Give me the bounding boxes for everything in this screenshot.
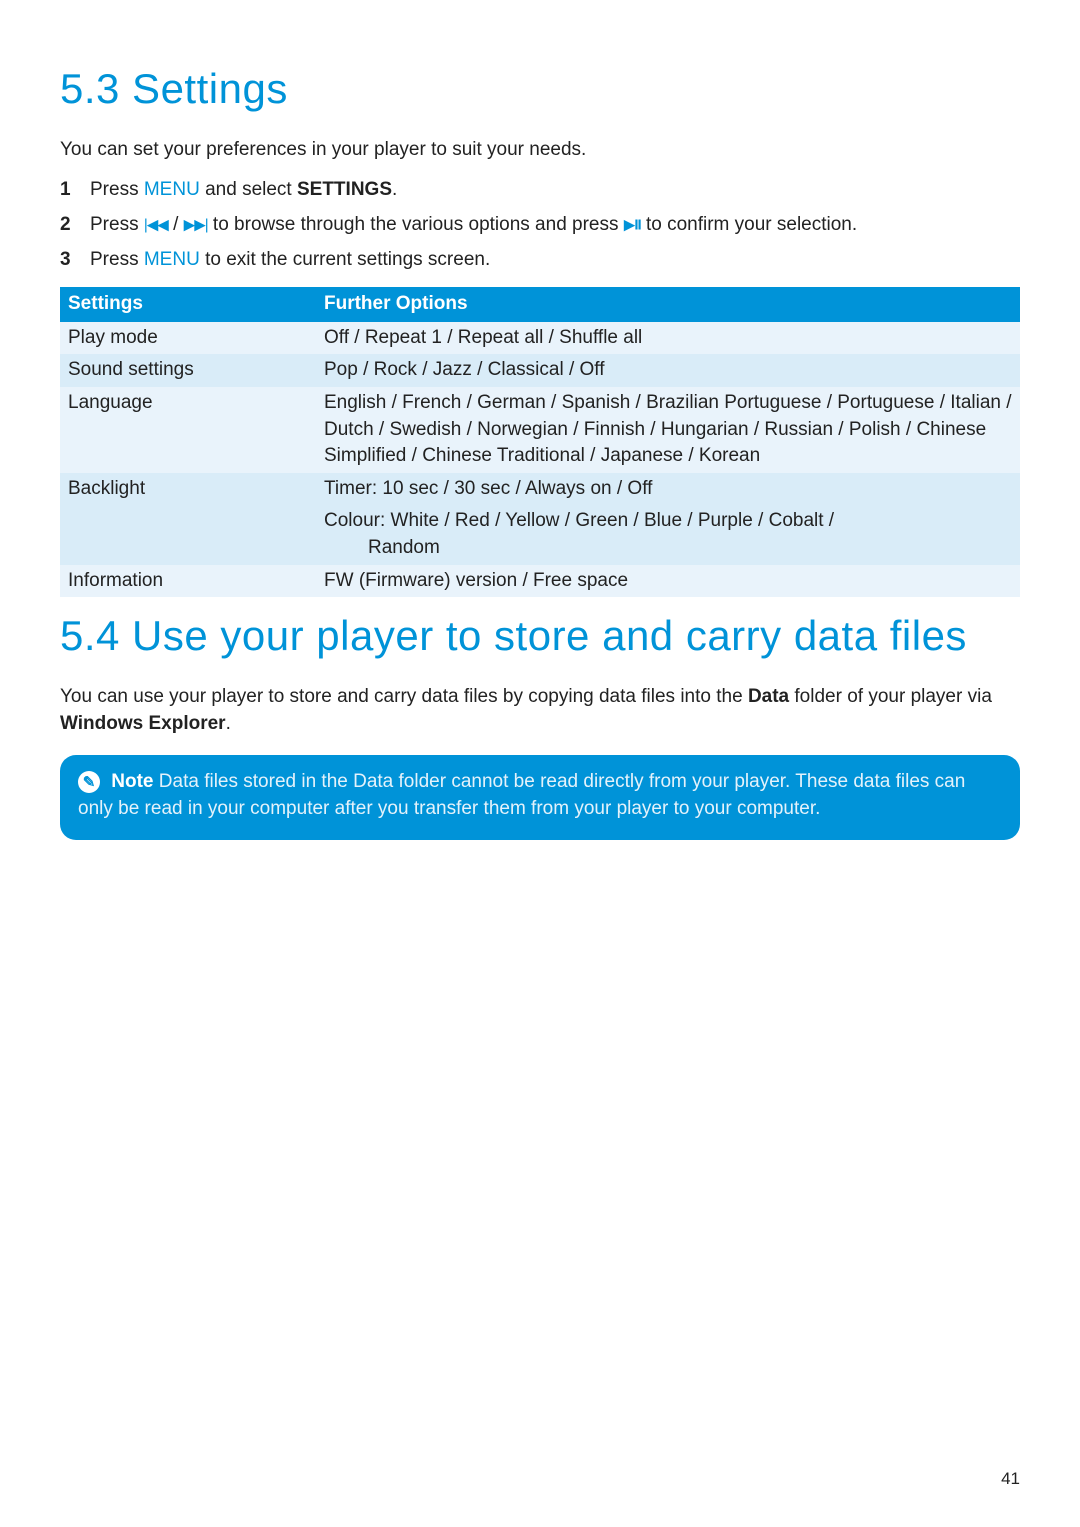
text: to exit the current settings screen. — [200, 249, 490, 270]
step-text: Press |◀◀ / ▶▶| to browse through the va… — [90, 212, 1020, 239]
text: Press — [90, 214, 144, 235]
text: You can use your player to store and car… — [60, 686, 748, 707]
prev-icon: |◀◀ — [144, 216, 168, 233]
menu-keyword: MENU — [144, 179, 200, 200]
step-number: 1 — [60, 177, 90, 204]
text: . — [226, 713, 231, 734]
step-1: 1 Press MENU and select SETTINGS. — [60, 177, 1020, 204]
heading-5-3: 5.3 Settings — [60, 60, 1020, 119]
step-2: 2 Press |◀◀ / ▶▶| to browse through the … — [60, 212, 1020, 239]
cell-setting: Play mode — [60, 322, 316, 355]
step-3: 3 Press MENU to exit the current setting… — [60, 247, 1020, 274]
cell-setting: Backlight — [60, 473, 316, 506]
play-pause-icon: ▶II — [624, 216, 641, 233]
table-header-row: Settings Further Options — [60, 287, 1020, 322]
table-row: Play mode Off / Repeat 1 / Repeat all / … — [60, 322, 1020, 355]
text: Press — [90, 249, 144, 270]
cell-option: Off / Repeat 1 / Repeat all / Shuffle al… — [316, 322, 1020, 355]
header-settings: Settings — [60, 287, 316, 322]
text: to browse through the various options an… — [208, 214, 624, 235]
text: Press — [90, 179, 144, 200]
text: and select — [200, 179, 297, 200]
step-number: 2 — [60, 212, 90, 239]
cell-option: Pop / Rock / Jazz / Classical / Off — [316, 354, 1020, 387]
text: Colour: White / Red / Yellow / Green / B… — [324, 510, 834, 531]
settings-keyword: SETTINGS — [297, 179, 392, 200]
step-number: 3 — [60, 247, 90, 274]
text: . — [392, 179, 397, 200]
table-row: Language English / French / German / Spa… — [60, 387, 1020, 473]
cell-option: FW (Firmware) version / Free space — [316, 565, 1020, 598]
note-box: ✎ Note Data files stored in the Data fol… — [60, 755, 1020, 840]
data-keyword: Data — [748, 686, 789, 707]
step-text: Press MENU and select SETTINGS. — [90, 177, 1020, 204]
next-icon: ▶▶| — [184, 216, 208, 233]
page-number: 41 — [1001, 1467, 1020, 1491]
cell-option: English / French / German / Spanish / Br… — [316, 387, 1020, 473]
menu-keyword: MENU — [144, 249, 200, 270]
text: to confirm your selection. — [641, 214, 857, 235]
windows-explorer-keyword: Windows Explorer — [60, 713, 226, 734]
header-options: Further Options — [316, 287, 1020, 322]
steps-list: 1 Press MENU and select SETTINGS. 2 Pres… — [60, 177, 1020, 273]
settings-table: Settings Further Options Play mode Off /… — [60, 287, 1020, 597]
step-text: Press MENU to exit the current settings … — [90, 247, 1020, 274]
table-row: Sound settings Pop / Rock / Jazz / Class… — [60, 354, 1020, 387]
note-text: Data files stored in the Data folder can… — [78, 771, 965, 819]
cell-setting: Language — [60, 387, 316, 473]
note-icon: ✎ — [78, 771, 100, 793]
cell-option: Colour: White / Red / Yellow / Green / B… — [316, 505, 1020, 564]
cell-setting: Sound settings — [60, 354, 316, 387]
table-row: Information FW (Firmware) version / Free… — [60, 565, 1020, 598]
text: / — [168, 214, 184, 235]
cell-setting: Information — [60, 565, 316, 598]
note-label: Note — [111, 771, 153, 792]
table-row: Colour: White / Red / Yellow / Green / B… — [60, 505, 1020, 564]
table-row: Backlight Timer: 10 sec / 30 sec / Alway… — [60, 473, 1020, 506]
heading-5-4: 5.4 Use your player to store and carry d… — [60, 607, 1020, 666]
cell-option: Timer: 10 sec / 30 sec / Always on / Off — [316, 473, 1020, 506]
cell-setting — [60, 505, 316, 564]
intro-5-3: You can set your preferences in your pla… — [60, 137, 1020, 164]
text: folder of your player via — [789, 686, 992, 707]
text: Random — [324, 535, 440, 562]
intro-5-4: You can use your player to store and car… — [60, 684, 1020, 737]
